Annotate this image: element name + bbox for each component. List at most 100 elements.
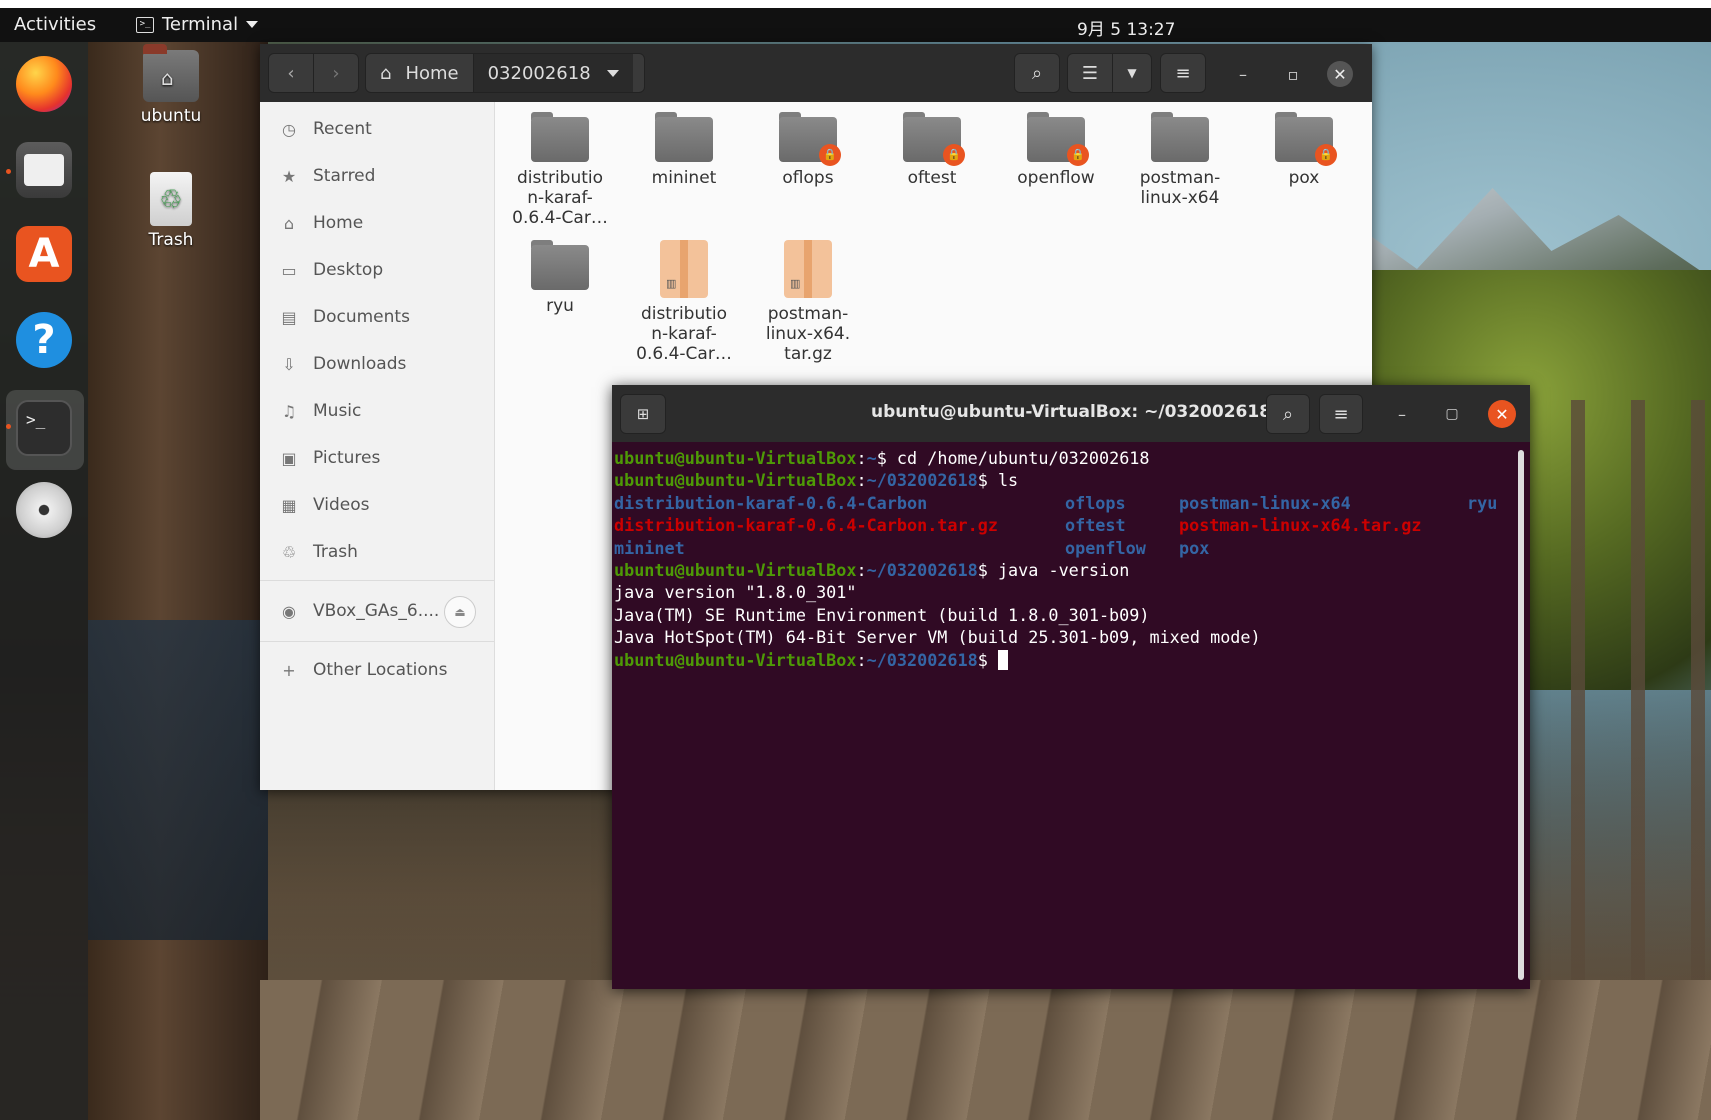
dock: A ? >_ [0,42,88,1120]
search-button[interactable]: ⌕ [1014,53,1060,93]
file-item-label: pox [1288,168,1320,188]
terminal-window: ⊞ ubuntu@ubuntu-VirtualBox: ~/032002618 … [612,385,1530,989]
star-icon: ★ [281,166,297,186]
folder-icon [531,240,589,290]
file-item[interactable]: mininet [622,112,746,188]
plus-icon: + [282,660,296,680]
file-item[interactable]: postman- linux-x64 [1118,112,1242,208]
sidebar-item-trash[interactable]: ♲ Trash [260,532,494,572]
maximize-button[interactable]: ▢ [1439,401,1465,427]
disc-icon[interactable] [16,482,72,538]
sidebar-item-label: Pictures [313,448,381,468]
sidebar-item-recent[interactable]: ◷ Recent [260,109,494,149]
download-icon: ⇩ [282,354,296,374]
wallpaper-bridge-floor [260,980,1711,1120]
close-icon: ✕ [1333,64,1347,84]
minimize-icon: – [1398,404,1406,424]
chevron-down-icon [606,69,619,77]
sidebar-item-pictures[interactable]: ▣ Pictures [260,438,494,478]
folder-icon [1151,112,1209,162]
folder-icon: 🔒 [1027,112,1089,166]
path-segment-current[interactable]: 032002618 [472,54,633,92]
close-button[interactable]: ✕ [1327,61,1353,87]
sidebar-item-label: Home [313,213,364,233]
activities-button[interactable]: Activities [14,14,96,35]
sidebar-item-videos[interactable]: ▦ Videos [260,485,494,525]
ls-entry: openflow [1065,537,1146,558]
menu-button[interactable]: ≡ [1160,53,1206,93]
lock-icon: 🔒 [1315,144,1337,166]
documents-icon: ▤ [281,307,297,327]
forward-button[interactable]: › [313,53,359,93]
file-item[interactable]: 🔒 oftest [870,112,994,188]
desktop-trash[interactable]: ♲ Trash [126,172,216,250]
command-text: ls [997,470,1019,491]
close-button[interactable]: ✕ [1488,400,1516,428]
file-item[interactable]: distributio n-karaf- 0.6.4-Car… [622,240,746,364]
terminal-headerbar: ⊞ ubuntu@ubuntu-VirtualBox: ~/032002618 … [612,385,1530,442]
files-icon[interactable] [16,142,72,198]
chevron-down-icon: ▼ [1127,66,1137,80]
home-icon: ⌂ [283,213,295,233]
files-headerbar: ‹ › ⌂ Home 032002618 ⌕ ☰ ▼ ≡ – ▫ ✕ [260,44,1372,102]
file-item[interactable]: 🔒 openflow [994,112,1118,188]
file-item[interactable]: postman- linux-x64. tar.gz [746,240,870,364]
prompt-user: ubuntu@ubuntu-VirtualBox [614,448,857,468]
desktop-home-folder[interactable]: ⌂ ubuntu [126,44,216,126]
clock[interactable]: 9月 5 13:27 [1077,15,1175,40]
maximize-button[interactable]: ▫ [1280,61,1306,87]
back-button[interactable]: ‹ [268,53,314,93]
firefox-icon[interactable] [16,56,72,112]
sidebar-item-starred[interactable]: ★ Starred [260,156,494,196]
prompt-user: ubuntu@ubuntu-VirtualBox [614,470,857,491]
sidebar-item-label: Downloads [313,354,407,374]
sidebar-item-label: VBox_GAs_6.... [313,601,440,621]
top-bar: Activities >_ Terminal 9月 5 13:27 [0,8,1711,42]
sidebar-item-label: Trash [313,542,358,562]
prompt-dollar: $ [977,649,998,670]
file-item-label: mininet [651,168,717,188]
file-item[interactable]: 🔒 oflops [746,112,870,188]
menu-button[interactable]: ≡ [1319,394,1363,434]
terminal-icon: >_ [136,16,154,33]
running-indicator [6,424,11,429]
view-toggle-button[interactable]: ☰ [1067,53,1113,93]
output-text: java version "1.8.0_301" [614,582,857,603]
terminal-output[interactable]: ubuntu@ubuntu-VirtualBox:~$ cd /home/ubu… [614,447,1514,983]
sidebar-item-other-locations[interactable]: + Other Locations [260,650,494,690]
sidebar-item-downloads[interactable]: ⇩ Downloads [260,344,494,384]
trash-icon: ♲ [150,172,192,226]
path-bar: ⌂ Home 032002618 [365,53,645,93]
minimize-button[interactable]: – [1230,61,1256,87]
minimize-icon: – [1239,64,1247,84]
search-button[interactable]: ⌕ [1266,394,1310,434]
sidebar-item-documents[interactable]: ▤ Documents [260,297,494,337]
sidebar-item-music[interactable]: ♫ Music [260,391,494,431]
terminal-line: ubuntu@ubuntu-VirtualBox:~/032002618$ [614,649,1514,671]
eject-button[interactable]: ⏏ [444,596,476,628]
app-menu-button[interactable]: >_ Terminal [136,14,259,35]
music-icon: ♫ [281,401,297,421]
prompt-dollar: $ [876,448,897,468]
file-item[interactable]: ryu [498,240,622,316]
sidebar-item-home[interactable]: ⌂ Home [260,203,494,243]
minimize-button[interactable]: – [1389,401,1415,427]
path-segment-home[interactable]: ⌂ Home [366,54,473,92]
sidebar-item-label: Recent [313,119,372,139]
search-icon: ⌕ [1031,62,1043,84]
hamburger-icon: ≡ [1175,62,1191,84]
file-item[interactable]: distributio n-karaf- 0.6.4-Car… [498,112,622,228]
view-options-button[interactable]: ▼ [1112,53,1152,93]
software-icon[interactable]: A [16,226,72,282]
prompt-colon: : [856,649,867,670]
clock-icon: ◷ [282,119,296,139]
sidebar-divider [260,580,494,581]
output-text: Java(TM) SE Runtime Environment (build 1… [614,604,1150,625]
terminal-scrollbar[interactable] [1518,450,1524,980]
file-item[interactable]: 🔒 pox [1242,112,1366,188]
help-icon[interactable]: ? [16,312,72,368]
sidebar-item-desktop[interactable]: ▭ Desktop [260,250,494,290]
terminal-line: ubuntu@ubuntu-VirtualBox:~$ cd /home/ubu… [614,447,1514,469]
terminal-icon[interactable]: >_ [16,400,72,456]
ls-entry: ryu [1467,492,1498,513]
